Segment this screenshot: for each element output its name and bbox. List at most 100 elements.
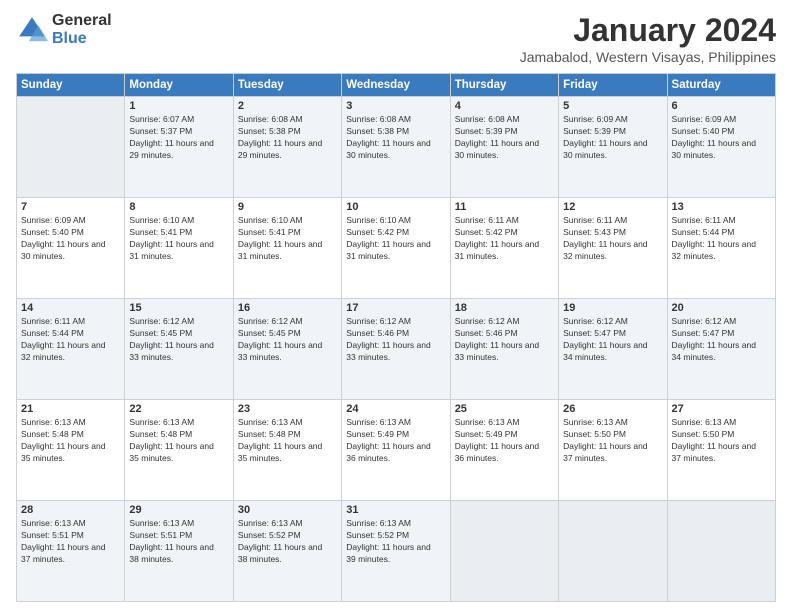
day-number: 7 (21, 201, 120, 213)
day-number: 5 (563, 100, 662, 112)
day-number: 27 (672, 403, 771, 415)
day-number: 25 (455, 403, 554, 415)
calendar-table: SundayMondayTuesdayWednesdayThursdayFrid… (16, 73, 776, 602)
week-row-2: 7 Sunrise: 6:09 AMSunset: 5:40 PMDaylight… (17, 198, 776, 299)
day-cell (667, 501, 775, 602)
day-info: Sunrise: 6:13 AMSunset: 5:48 PMDaylight:… (21, 417, 120, 465)
day-cell: 21 Sunrise: 6:13 AMSunset: 5:48 PMDayligh… (17, 400, 125, 501)
day-info: Sunrise: 6:13 AMSunset: 5:50 PMDaylight:… (563, 417, 662, 465)
day-cell: 3 Sunrise: 6:08 AMSunset: 5:38 PMDaylight… (342, 97, 450, 198)
day-cell (559, 501, 667, 602)
week-row-1: 1Sunrise: 6:07 AMSunset: 5:37 PMDaylight… (17, 97, 776, 198)
day-info: Sunrise: 6:11 AMSunset: 5:43 PMDaylight:… (563, 215, 662, 263)
day-cell: 4Sunrise: 6:08 AMSunset: 5:39 PMDaylight… (450, 97, 558, 198)
logo-blue: Blue (52, 30, 112, 48)
day-info: Sunrise: 6:09 AMSunset: 5:40 PMDaylight:… (672, 114, 771, 162)
day-cell: 6Sunrise: 6:09 AMSunset: 5:40 PMDaylight… (667, 97, 775, 198)
logo-text: General Blue (52, 12, 112, 47)
day-info: Sunrise: 6:11 AMSunset: 5:44 PMDaylight:… (672, 215, 771, 263)
day-number: 13 (672, 201, 771, 213)
day-info: Sunrise: 6:12 AMSunset: 5:47 PMDaylight:… (672, 316, 771, 364)
day-info: Sunrise: 6:12 AMSunset: 5:46 PMDaylight:… (346, 316, 445, 364)
day-number: 20 (672, 302, 771, 314)
day-cell: 15Sunrise: 6:12 AMSunset: 5:45 PMDayligh… (125, 299, 233, 400)
day-cell: 19 Sunrise: 6:12 AMSunset: 5:47 PMDayligh… (559, 299, 667, 400)
day-number: 30 (238, 504, 337, 516)
day-number: 18 (455, 302, 554, 314)
day-cell: 2 Sunrise: 6:08 AMSunset: 5:38 PMDaylight… (233, 97, 341, 198)
day-info: Sunrise: 6:13 AMSunset: 5:51 PMDaylight:… (129, 518, 228, 566)
day-number: 15 (129, 302, 228, 314)
day-cell: 16 Sunrise: 6:12 AMSunset: 5:45 PMDayligh… (233, 299, 341, 400)
weekday-header-tuesday: Tuesday (233, 74, 341, 97)
day-info: Sunrise: 6:13 AMSunset: 5:51 PMDaylight:… (21, 518, 120, 566)
day-info: Sunrise: 6:08 AMSunset: 5:38 PMDaylight:… (346, 114, 445, 162)
day-info: Sunrise: 6:09 AMSunset: 5:39 PMDaylight:… (563, 114, 662, 162)
day-number: 8 (129, 201, 228, 213)
day-info: Sunrise: 6:10 AMSunset: 5:41 PMDaylight:… (238, 215, 337, 263)
day-cell: 29Sunrise: 6:13 AMSunset: 5:51 PMDayligh… (125, 501, 233, 602)
day-cell: 12 Sunrise: 6:11 AMSunset: 5:43 PMDayligh… (559, 198, 667, 299)
weekday-header-wednesday: Wednesday (342, 74, 450, 97)
day-cell: 9 Sunrise: 6:10 AMSunset: 5:41 PMDaylight… (233, 198, 341, 299)
logo: General Blue (16, 12, 112, 47)
day-info: Sunrise: 6:12 AMSunset: 5:46 PMDaylight:… (455, 316, 554, 364)
week-row-3: 14Sunrise: 6:11 AMSunset: 5:44 PMDayligh… (17, 299, 776, 400)
day-number: 1 (129, 100, 228, 112)
day-cell: 23Sunrise: 6:13 AMSunset: 5:48 PMDayligh… (233, 400, 341, 501)
day-number: 17 (346, 302, 445, 314)
day-info: Sunrise: 6:13 AMSunset: 5:49 PMDaylight:… (346, 417, 445, 465)
day-info: Sunrise: 6:12 AMSunset: 5:47 PMDaylight:… (563, 316, 662, 364)
day-cell: 28 Sunrise: 6:13 AMSunset: 5:51 PMDayligh… (17, 501, 125, 602)
day-info: Sunrise: 6:08 AMSunset: 5:39 PMDaylight:… (455, 114, 554, 162)
day-cell: 17 Sunrise: 6:12 AMSunset: 5:46 PMDayligh… (342, 299, 450, 400)
day-number: 3 (346, 100, 445, 112)
day-info: Sunrise: 6:09 AMSunset: 5:40 PMDaylight:… (21, 215, 120, 263)
day-cell: 5 Sunrise: 6:09 AMSunset: 5:39 PMDaylight… (559, 97, 667, 198)
day-cell (17, 97, 125, 198)
day-number: 22 (129, 403, 228, 415)
day-cell (450, 501, 558, 602)
day-info: Sunrise: 6:11 AMSunset: 5:44 PMDaylight:… (21, 316, 120, 364)
day-info: Sunrise: 6:13 AMSunset: 5:52 PMDaylight:… (238, 518, 337, 566)
day-number: 21 (21, 403, 120, 415)
logo-icon (16, 14, 48, 46)
weekday-header-row: SundayMondayTuesdayWednesdayThursdayFrid… (17, 74, 776, 97)
day-number: 12 (563, 201, 662, 213)
day-number: 26 (563, 403, 662, 415)
day-cell: 25 Sunrise: 6:13 AMSunset: 5:49 PMDayligh… (450, 400, 558, 501)
day-cell: 11 Sunrise: 6:11 AMSunset: 5:42 PMDayligh… (450, 198, 558, 299)
day-number: 10 (346, 201, 445, 213)
weekday-header-monday: Monday (125, 74, 233, 97)
header: General Blue January 2024 Jamabalod, Wes… (16, 12, 776, 65)
day-info: Sunrise: 6:11 AMSunset: 5:42 PMDaylight:… (455, 215, 554, 263)
day-cell: 14Sunrise: 6:11 AMSunset: 5:44 PMDayligh… (17, 299, 125, 400)
day-info: Sunrise: 6:08 AMSunset: 5:38 PMDaylight:… (238, 114, 337, 162)
day-cell: 10Sunrise: 6:10 AMSunset: 5:42 PMDayligh… (342, 198, 450, 299)
day-number: 9 (238, 201, 337, 213)
day-number: 16 (238, 302, 337, 314)
day-info: Sunrise: 6:10 AMSunset: 5:41 PMDaylight:… (129, 215, 228, 263)
month-title: January 2024 (520, 12, 776, 49)
day-cell: 24 Sunrise: 6:13 AMSunset: 5:49 PMDayligh… (342, 400, 450, 501)
page: General Blue January 2024 Jamabalod, Wes… (0, 0, 792, 612)
day-cell: 1Sunrise: 6:07 AMSunset: 5:37 PMDaylight… (125, 97, 233, 198)
week-row-4: 21 Sunrise: 6:13 AMSunset: 5:48 PMDayligh… (17, 400, 776, 501)
day-number: 11 (455, 201, 554, 213)
week-row-5: 28 Sunrise: 6:13 AMSunset: 5:51 PMDayligh… (17, 501, 776, 602)
day-number: 19 (563, 302, 662, 314)
weekday-header-saturday: Saturday (667, 74, 775, 97)
day-cell: 22Sunrise: 6:13 AMSunset: 5:48 PMDayligh… (125, 400, 233, 501)
day-cell: 20 Sunrise: 6:12 AMSunset: 5:47 PMDayligh… (667, 299, 775, 400)
day-cell: 27Sunrise: 6:13 AMSunset: 5:50 PMDayligh… (667, 400, 775, 501)
weekday-header-sunday: Sunday (17, 74, 125, 97)
day-number: 28 (21, 504, 120, 516)
day-number: 24 (346, 403, 445, 415)
day-cell: 8 Sunrise: 6:10 AMSunset: 5:41 PMDaylight… (125, 198, 233, 299)
day-cell: 13 Sunrise: 6:11 AMSunset: 5:44 PMDayligh… (667, 198, 775, 299)
day-info: Sunrise: 6:12 AMSunset: 5:45 PMDaylight:… (238, 316, 337, 364)
day-number: 2 (238, 100, 337, 112)
day-info: Sunrise: 6:13 AMSunset: 5:49 PMDaylight:… (455, 417, 554, 465)
logo-general: General (52, 12, 112, 30)
day-cell: 31Sunrise: 6:13 AMSunset: 5:52 PMDayligh… (342, 501, 450, 602)
